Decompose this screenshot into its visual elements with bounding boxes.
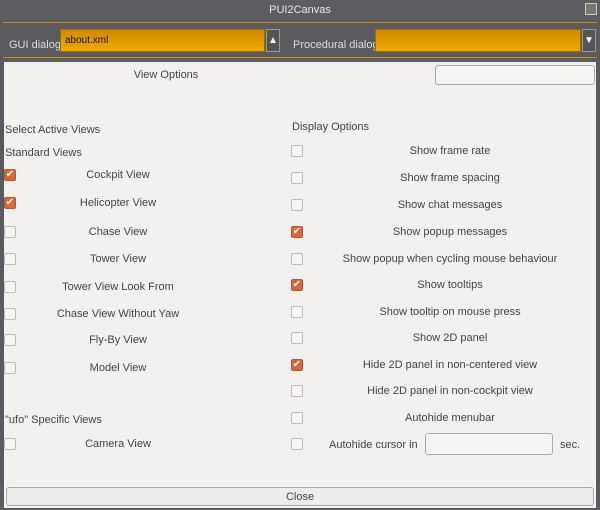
- view-options-panel: View Options Select Active Views Standar…: [4, 62, 596, 508]
- gui-dialog-arrow-up-icon[interactable]: ▲: [266, 29, 280, 52]
- checkbox[interactable]: [4, 334, 16, 346]
- window-title: PUI2Canvas: [0, 0, 600, 20]
- option-label: Fly-By View: [89, 334, 147, 346]
- option-label: Hide 2D panel in non-centered view: [362, 359, 538, 371]
- checkmark-icon: ✔: [292, 226, 302, 237]
- procedural-dialog-arrow-down-icon[interactable]: ▼: [582, 29, 596, 52]
- checkbox[interactable]: [4, 253, 16, 265]
- divider: [3, 22, 597, 23]
- autohide-cursor-unit: sec.: [560, 439, 581, 451]
- checkbox[interactable]: [4, 362, 16, 374]
- option-label: Hide 2D panel in non-cockpit view: [367, 385, 533, 397]
- option-label: Show tooltips: [417, 279, 483, 291]
- autohide-cursor-checkbox[interactable]: [291, 438, 303, 450]
- window-close-button[interactable]: [585, 3, 597, 15]
- checkbox[interactable]: ✔: [4, 169, 16, 181]
- checkbox[interactable]: [4, 281, 16, 293]
- checkbox[interactable]: [291, 306, 303, 318]
- procedural-dialog-label: Procedural dialog:: [293, 39, 382, 51]
- option-label: Autohide menubar: [405, 412, 495, 424]
- gui-dialog-input[interactable]: about.xml: [60, 29, 265, 52]
- option-label: Tower View Look From: [62, 281, 174, 293]
- left-heading: Select Active Views: [5, 124, 101, 136]
- standard-views-heading: Standard Views: [5, 147, 82, 159]
- close-button[interactable]: Close: [6, 487, 594, 506]
- option-label: Show popup messages: [392, 226, 508, 238]
- checkbox[interactable]: ✔: [291, 226, 303, 238]
- checkmark-icon: ✔: [5, 197, 15, 208]
- option-label: Cockpit View: [86, 169, 150, 181]
- procedural-dialog-input[interactable]: [375, 29, 581, 52]
- option-label: Chase View: [88, 226, 148, 238]
- right-heading: Display Options: [292, 121, 370, 133]
- option-label: Show popup when cycling mouse behaviour: [342, 253, 558, 265]
- divider: [3, 57, 597, 58]
- option-label: Show frame rate: [409, 145, 491, 157]
- checkbox[interactable]: [291, 199, 303, 211]
- checkbox[interactable]: [4, 438, 16, 450]
- checkbox[interactable]: [291, 172, 303, 184]
- checkbox[interactable]: [4, 226, 16, 238]
- option-label: Show chat messages: [397, 199, 503, 211]
- autohide-cursor-label: Autohide cursor in: [329, 439, 418, 451]
- panel-title: View Options: [133, 69, 199, 81]
- gui-dialog-label: GUI dialog:: [9, 39, 65, 51]
- option-label: Show tooltip on mouse press: [379, 306, 521, 318]
- checkbox[interactable]: ✔: [291, 359, 303, 371]
- panel-input[interactable]: [435, 65, 595, 85]
- option-label: Model View: [89, 362, 147, 374]
- checkbox[interactable]: ✔: [4, 197, 16, 209]
- option-label: Show 2D panel: [412, 332, 488, 344]
- checkmark-icon: ✔: [292, 359, 302, 370]
- checkmark-icon: ✔: [5, 169, 15, 180]
- autohide-cursor-input[interactable]: [425, 433, 553, 455]
- option-label: Camera View: [85, 438, 151, 450]
- checkbox[interactable]: [4, 308, 16, 320]
- option-label: Chase View Without Yaw: [56, 308, 180, 320]
- checkbox[interactable]: ✔: [291, 279, 303, 291]
- option-label: Helicopter View: [79, 197, 157, 209]
- checkbox[interactable]: [291, 145, 303, 157]
- option-label: Show frame spacing: [400, 172, 500, 184]
- checkmark-icon: ✔: [292, 279, 302, 290]
- checkbox[interactable]: [291, 253, 303, 265]
- ufo-views-heading: "ufo" Specific Views: [5, 414, 102, 426]
- option-label: Tower View: [89, 253, 147, 265]
- checkbox[interactable]: [291, 332, 303, 344]
- checkbox[interactable]: [291, 385, 303, 397]
- checkbox[interactable]: [291, 412, 303, 424]
